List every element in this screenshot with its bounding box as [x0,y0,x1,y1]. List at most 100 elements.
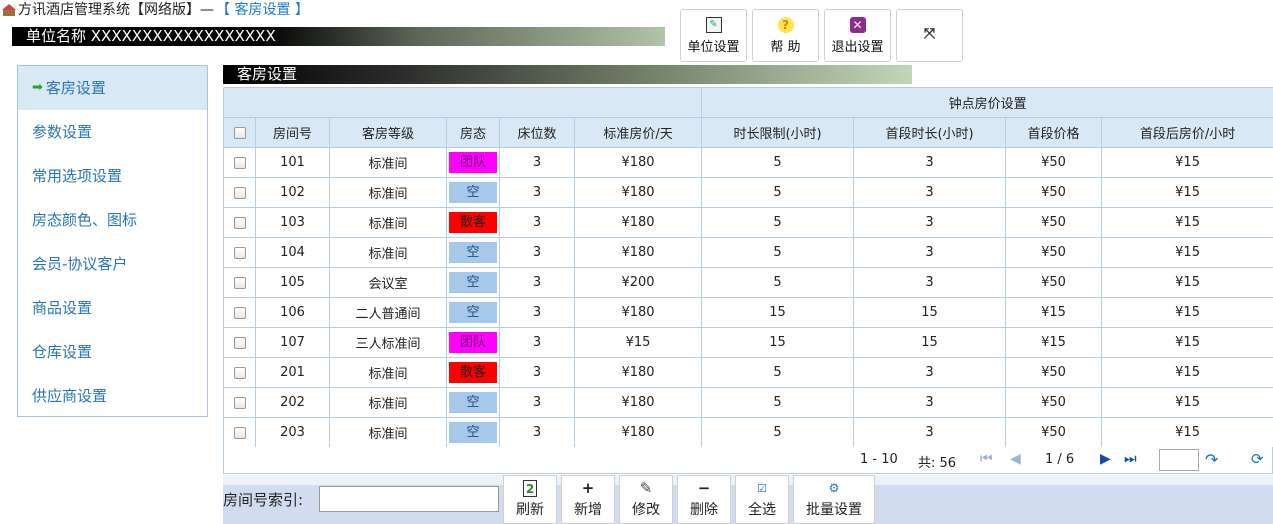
batch-settings-button[interactable]: ⚙ 批量设置 [793,475,875,524]
after-price-cell: ¥15 [1101,357,1273,388]
sidebar-item-room-settings[interactable]: ➡ 客房设置 [18,66,207,110]
col-header-limit[interactable]: 时长限制(小时) [701,117,855,148]
table-row[interactable]: 202 标准间空 3 ¥180 5 3 ¥50 ¥15 [223,387,1273,418]
grade-cell: 标准间 [329,207,447,238]
table-row[interactable]: 104 标准间空 3 ¥180 5 3 ¥50 ¥15 [223,237,1273,268]
checkbox[interactable] [233,336,246,349]
grade-cell: 标准间 [329,237,447,268]
row-checkbox-cell[interactable] [223,237,256,268]
add-button[interactable]: + 新增 [561,475,615,524]
checkbox[interactable] [233,306,246,319]
price-cell: ¥180 [573,177,703,208]
last-page-icon[interactable]: ⏭ [1124,451,1137,467]
refresh-icon[interactable]: ⟳ [1251,450,1264,468]
fullscreen-button[interactable]: ⤧ [896,9,963,62]
refresh-button[interactable]: 2 刷新 [503,475,557,524]
row-checkbox-cell[interactable] [223,297,256,328]
plus-icon: + [581,479,595,497]
price-cell: ¥15 [573,327,703,358]
table-row[interactable]: 106 二人普通间空 3 ¥180 15 15 ¥15 ¥15 [223,297,1273,328]
header-select-all[interactable] [223,117,256,148]
unit-settings-button[interactable]: ✎ 单位设置 [680,9,747,62]
pager-range: 1 - 10 [860,452,898,467]
minus-icon: − [697,479,711,497]
sidebar-item-warehouse[interactable]: 仓库设置 [18,330,207,374]
col-header-grade[interactable]: 客房等级 [329,117,447,148]
checkbox[interactable] [233,426,246,439]
exit-settings-button[interactable]: ✕ 退出设置 [824,9,891,62]
first-page-icon[interactable]: ⏮ [980,451,993,467]
sidebar-item-label: 商品设置 [32,299,93,317]
checkbox[interactable] [233,246,246,259]
sidebar-item-suppliers[interactable]: 供应商设置 [18,374,207,418]
next-page-icon[interactable]: ▶ [1100,451,1111,467]
status-cell: 空 [446,177,500,208]
sidebar-item-label: 供应商设置 [32,387,108,405]
col-header-beds[interactable]: 床位数 [499,117,575,148]
checkbox[interactable] [233,156,246,169]
sidebar-item-parameters[interactable]: 参数设置 [18,110,207,154]
go-page-icon[interactable]: ↷ [1205,450,1218,469]
table-row[interactable]: 201 标准间 散客 3 ¥180 5 3 ¥50 ¥15 [223,357,1273,388]
col-header-price[interactable]: 标准房价/天 [573,117,703,148]
table-row[interactable]: 107 三人标准间 团队 3 ¥15 15 15 ¥15 ¥15 [223,327,1273,358]
limit-cell: 5 [701,417,855,448]
grade-cell: 标准间 [329,387,447,418]
sidebar-item-members[interactable]: 会员-协议客户 [18,242,207,286]
status-cell: 空 [446,237,500,268]
room-number-cell: 201 [255,357,330,388]
room-search-input[interactable] [319,486,499,512]
row-checkbox-cell[interactable] [223,417,256,448]
header-spacer [222,87,703,118]
row-checkbox-cell[interactable] [223,177,256,208]
sidebar-item-status-colors[interactable]: 房态颜色、图标 [18,198,207,242]
table-row[interactable]: 105 会议室空 3 ¥200 5 3 ¥50 ¥15 [223,267,1273,298]
beds-cell: 3 [499,297,575,328]
beds-cell: 3 [499,147,575,178]
beds-cell: 3 [499,177,575,208]
table-row[interactable]: 102 标准间空 3 ¥180 5 3 ¥50 ¥15 [223,177,1273,208]
row-checkbox-cell[interactable] [223,147,256,178]
table-row[interactable]: 203 标准间空 3 ¥180 5 3 ¥50 ¥15 [223,417,1273,448]
checkbox[interactable] [233,366,246,379]
col-header-room[interactable]: 房间号 [255,117,330,148]
pager-total: 共: 56 [918,456,957,471]
beds-cell: 3 [499,237,575,268]
status-badge: 空 [449,392,497,413]
row-checkbox-cell[interactable] [223,267,256,298]
checkbox[interactable] [233,276,246,289]
col-header-first-hours[interactable]: 首段时长(小时) [853,117,1007,148]
select-all-button[interactable]: ☑ 全选 [735,475,789,524]
checkbox[interactable] [233,216,246,229]
after-price-cell: ¥15 [1101,297,1273,328]
checkbox[interactable] [233,126,246,139]
sidebar-item-common-options[interactable]: 常用选项设置 [18,154,207,198]
checkbox[interactable] [233,396,246,409]
beds-cell: 3 [499,267,575,298]
exit-icon: ✕ [849,16,866,33]
status-cell: 团队 [446,327,500,358]
col-header-after-price[interactable]: 首段后房价/小时 [1101,117,1273,148]
checkbox[interactable] [233,186,246,199]
edit-button[interactable]: ✎ 修改 [619,475,673,524]
prev-page-icon[interactable]: ◀ [1010,451,1021,467]
sidebar: ➡ 客房设置 参数设置 常用选项设置 房态颜色、图标 会员-协议客户 商品设置 … [17,65,208,417]
table-row[interactable]: 101 标准间 团队 3 ¥180 5 3 ¥50 ¥15 [223,147,1273,178]
first-hours-cell: 3 [853,267,1007,298]
col-header-first-price[interactable]: 首段价格 [1005,117,1103,148]
col-header-status[interactable]: 房态 [446,117,500,148]
row-checkbox-cell[interactable] [223,207,256,238]
delete-button[interactable]: − 删除 [677,475,731,524]
row-checkbox-cell[interactable] [223,357,256,388]
row-checkbox-cell[interactable] [223,327,256,358]
room-number-cell: 107 [255,327,330,358]
sidebar-item-products[interactable]: 商品设置 [18,286,207,330]
row-checkbox-cell[interactable] [223,387,256,418]
arrow-right-icon: ➡ [32,80,43,95]
help-button[interactable]: ? 帮 助 [752,9,819,62]
table-row[interactable]: 103 标准间 散客 3 ¥180 5 3 ¥50 ¥15 [223,207,1273,238]
grade-cell: 三人标准间 [329,327,447,358]
page-number-input[interactable] [1159,449,1199,471]
first-price-cell: ¥50 [1005,417,1103,448]
section-link[interactable]: 【 客房设置 】 [216,1,309,19]
